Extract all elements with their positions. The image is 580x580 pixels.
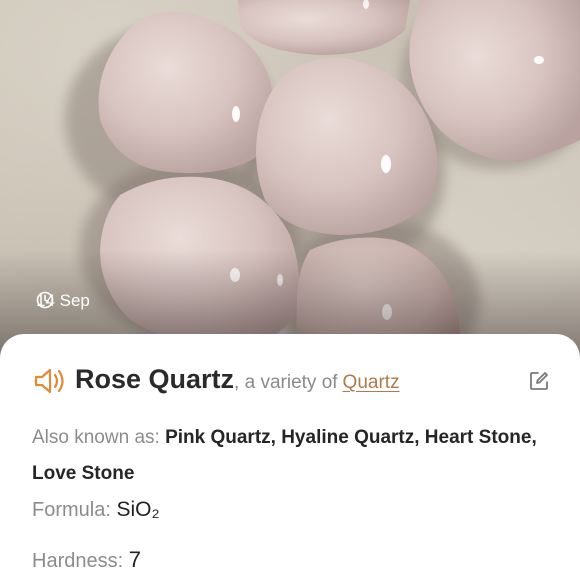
variety-prefix: , a variety of — [234, 372, 338, 393]
photo-date: 14 Sep — [36, 291, 90, 311]
mineral-detail-screen: 14 Sep Rose Quartz , a variety of Quartz… — [0, 0, 580, 580]
title-row: Rose Quartz , a variety of Quartz — [33, 364, 553, 398]
formula-label: Formula: — [32, 499, 111, 521]
also-known-as-label: Also known as: — [32, 427, 160, 448]
mineral-photo[interactable]: 14 Sep — [0, 0, 580, 380]
formula-row: Formula: SiO₂ — [32, 498, 552, 522]
also-known-as: Also known as: Pink Quartz, Hyaline Quar… — [32, 420, 552, 492]
mineral-info-card: Rose Quartz , a variety of Quartz Also k… — [0, 334, 580, 580]
formula-value: SiO₂ — [116, 498, 160, 521]
parent-mineral-link[interactable]: Quartz — [343, 372, 400, 394]
clock-icon — [36, 291, 54, 309]
hardness-label: Hardness: — [32, 550, 124, 572]
speaker-icon[interactable] — [33, 367, 67, 395]
edit-icon[interactable] — [528, 370, 550, 392]
hardness-value: 7 — [128, 547, 141, 572]
mineral-name: Rose Quartz — [75, 364, 235, 394]
hardness-row: Hardness: 7 — [32, 547, 552, 573]
